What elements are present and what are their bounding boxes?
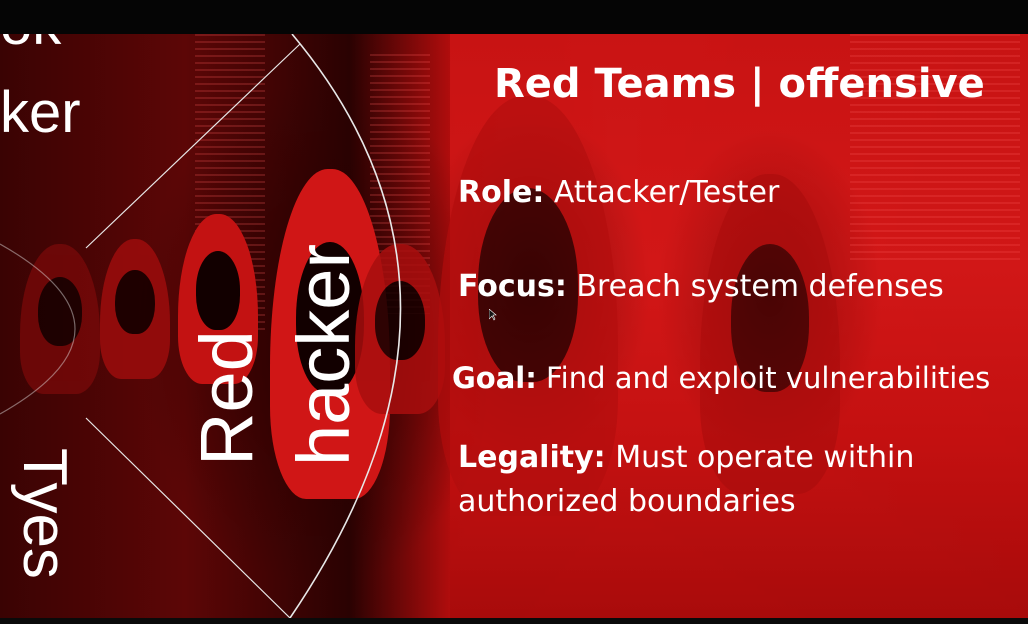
bullet-label: Focus:: [458, 269, 567, 304]
vertical-word-hacker: hacker: [282, 243, 365, 466]
mouse-cursor-icon: [489, 309, 497, 321]
presentation-slide: ok ker Tyes Red hacker Red Teams | offen…: [0, 34, 1028, 618]
slide-title: Red Teams | offensive: [494, 61, 985, 107]
bullet-text: Find and exploit vulnerabilities: [536, 361, 991, 395]
screen: ok ker Tyes Red hacker Red Teams | offen…: [0, 0, 1028, 624]
arc-line: [0, 243, 76, 415]
vertical-word-tyes: Tyes: [10, 448, 79, 579]
bullet-label: Goal:: [452, 361, 537, 395]
vertical-word-red: Red: [185, 330, 268, 466]
bullet-label: Legality:: [458, 440, 606, 475]
bullet-goal: Goal: Find and exploit vulnerabilities: [452, 356, 990, 400]
left-fragment-word: ker: [0, 80, 81, 145]
bottom-bar: [0, 618, 1028, 624]
arc-decoration: [0, 34, 402, 618]
bullet-label: Role:: [458, 175, 545, 210]
left-fragment-top: ok: [0, 34, 61, 54]
bullet-legality-line2: authorized boundaries: [458, 484, 796, 519]
bullet-text: Breach system defenses: [566, 269, 944, 304]
bullet-legality: Legality: Must operate within: [458, 436, 914, 480]
bullet-text: Must operate within: [605, 440, 915, 475]
diagonal-line: [85, 43, 301, 249]
bullet-focus: Focus: Breach system defenses: [458, 265, 944, 309]
top-bar: [0, 0, 1028, 34]
bullet-role: Role: Attacker/Tester: [458, 171, 779, 215]
bullet-text: Attacker/Tester: [544, 175, 780, 210]
